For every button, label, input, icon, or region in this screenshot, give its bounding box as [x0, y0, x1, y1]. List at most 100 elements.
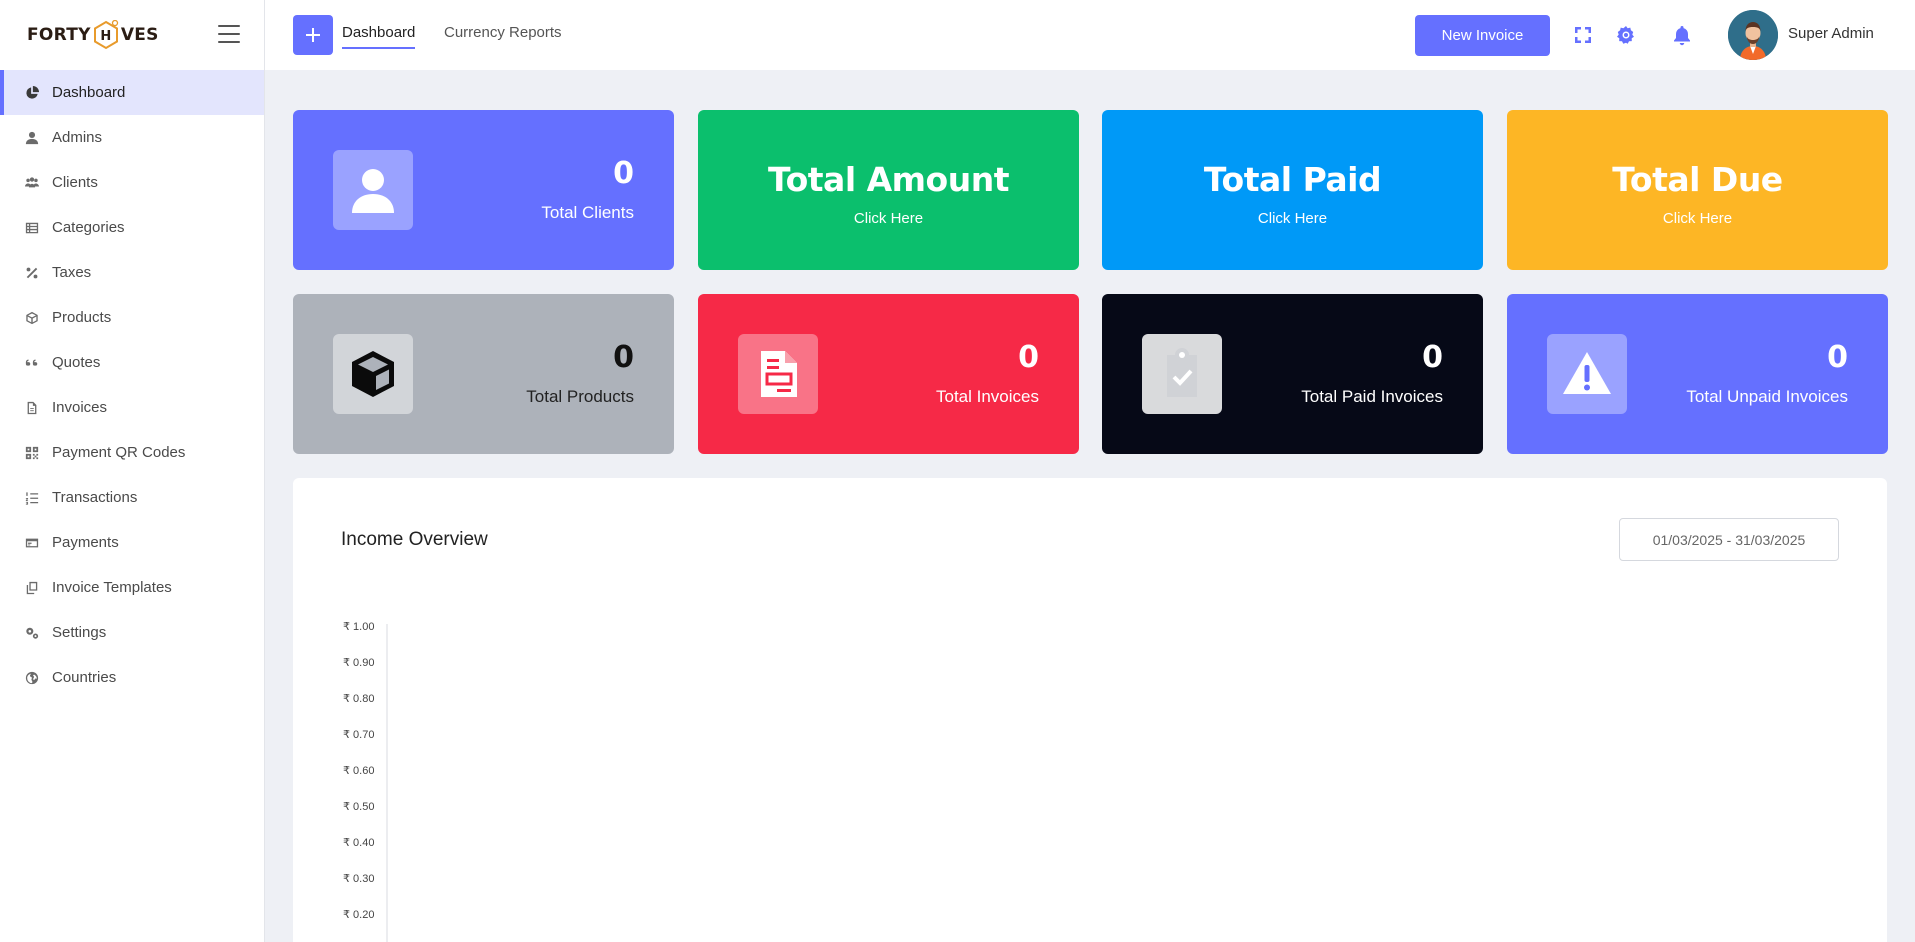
invoices-icon-box: [738, 334, 818, 414]
income-overview-panel: ₹ 1.00 ₹ 0.90 ₹ 0.80 ₹ 0.70 ₹ 0.60 ₹ 0.50 ₹ 0.…: [293, 478, 1887, 942]
sidebar-item-payments[interactable]: Payments: [0, 520, 264, 565]
products-icon-box: [333, 334, 413, 414]
logo-text-ves: VES: [120, 25, 159, 45]
sidebar-item-invoices[interactable]: Invoices: [0, 385, 264, 430]
theme-gear-icon[interactable]: [1615, 24, 1637, 46]
y-tick-label: ₹ 0.60: [343, 765, 374, 777]
new-invoice-button[interactable]: New Invoice: [1415, 15, 1550, 56]
total-invoices-card[interactable]: 0 Total Invoices: [698, 294, 1079, 454]
cube-icon: [24, 310, 40, 326]
tab-currency-reports[interactable]: Currency Reports: [444, 24, 562, 47]
sidebar-item-settings[interactable]: Settings: [0, 610, 264, 655]
sidebar-item-transactions[interactable]: Transactions: [0, 475, 264, 520]
total-paid-title: Total Paid: [1203, 160, 1382, 199]
sidebar-item-label: Admins: [52, 129, 103, 146]
topbar: Dashboard Currency Reports New Invoice S…: [265, 0, 1915, 70]
total-unpaid-invoices-card[interactable]: 0 Total Unpaid Invoices: [1507, 294, 1888, 454]
total-amount-link[interactable]: Click Here: [698, 210, 1079, 227]
total-products-value: 0: [613, 340, 634, 375]
sidebar-item-dashboard[interactable]: Dashboard: [0, 70, 264, 115]
warning-icon: [1563, 352, 1611, 394]
total-clients-value: 0: [613, 156, 634, 191]
total-amount-card[interactable]: Total Amount Click Here: [698, 110, 1079, 270]
plus-icon: [306, 28, 320, 42]
user-avatar-icon: [1728, 10, 1778, 60]
total-amount-title: Total Amount: [767, 160, 1010, 199]
user-name[interactable]: Super Admin: [1788, 25, 1874, 42]
fullscreen-icon[interactable]: [1572, 24, 1594, 46]
sidebar-item-label: Payment QR Codes: [52, 444, 186, 461]
copy-icon: [24, 580, 40, 596]
total-paid-card[interactable]: Total Paid Click Here: [1102, 110, 1483, 270]
total-unpaid-invoices-value: 0: [1827, 340, 1848, 375]
tab-dashboard[interactable]: Dashboard: [342, 24, 416, 49]
y-tick-label: ₹ 0.20: [343, 909, 374, 921]
credit-card-icon: [24, 535, 40, 551]
percent-icon: [24, 265, 40, 281]
total-paid-link[interactable]: Click Here: [1102, 210, 1483, 227]
sidebar-nav: Dashboard Admins Clients Categories Taxe…: [0, 70, 264, 700]
total-paid-invoices-card[interactable]: 0 Total Paid Invoices: [1102, 294, 1483, 454]
sidebar-item-quotes[interactable]: Quotes: [0, 340, 264, 385]
sidebar-item-label: Settings: [52, 624, 107, 641]
total-due-card[interactable]: Total Due Click Here: [1507, 110, 1888, 270]
y-tick-label: ₹ 0.90: [343, 657, 374, 669]
sidebar-item-label: Invoices: [52, 399, 108, 416]
sidebar-item-label: Countries: [52, 669, 117, 686]
total-unpaid-invoices-label: Total Unpaid Invoices: [1686, 387, 1848, 406]
cube-icon: [352, 351, 394, 397]
sidebar-item-categories[interactable]: Categories: [0, 205, 264, 250]
sidebar-item-label: Payments: [52, 534, 119, 551]
sidebar-item-taxes[interactable]: Taxes: [0, 250, 264, 295]
menu-toggle-icon[interactable]: [218, 25, 240, 43]
sidebar-item-payment-qr-codes[interactable]: Payment QR Codes: [0, 430, 264, 475]
y-tick-label: ₹ 0.80: [343, 693, 374, 705]
total-invoices-label: Total Invoices: [936, 387, 1039, 406]
sidebar-item-label: Products: [52, 309, 112, 326]
brand: FORTY H VES: [0, 0, 264, 70]
y-tick-label: ₹ 1.00: [343, 621, 374, 633]
sidebar-item-label: Dashboard: [52, 84, 126, 101]
paid-invoices-icon-box: [1142, 334, 1222, 414]
logo-text-forty: FORTY: [27, 25, 91, 45]
total-clients-label: Total Clients: [541, 203, 634, 222]
total-paid-invoices-label: Total Paid Invoices: [1301, 387, 1443, 406]
quote-icon: [24, 355, 40, 371]
logo-text-h: H: [100, 29, 111, 44]
logo[interactable]: FORTY H VES: [27, 19, 159, 50]
total-products-label: Total Products: [526, 387, 634, 406]
file-icon: [24, 400, 40, 416]
globe-icon: [24, 670, 40, 686]
sidebar-item-countries[interactable]: Countries: [0, 655, 264, 700]
chart-pie-icon: [24, 85, 40, 101]
y-tick-label: ₹ 0.50: [343, 801, 374, 813]
sidebar-item-label: Categories: [52, 219, 125, 236]
user-icon: [24, 130, 40, 146]
sidebar-item-label: Quotes: [52, 354, 101, 371]
qrcode-icon: [24, 445, 40, 461]
total-paid-invoices-value: 0: [1422, 340, 1443, 375]
gears-icon: [24, 625, 40, 641]
table-list-icon: [24, 220, 40, 236]
quick-add-button[interactable]: [293, 15, 333, 55]
total-due-title: Total Due: [1612, 160, 1783, 199]
list-ol-icon: [24, 490, 40, 506]
sidebar-item-clients[interactable]: Clients: [0, 160, 264, 205]
clients-icon-box: [333, 150, 413, 230]
y-tick-label: ₹ 0.30: [343, 873, 374, 885]
sidebar-item-products[interactable]: Products: [0, 295, 264, 340]
unpaid-invoices-icon-box: [1547, 334, 1627, 414]
total-products-card[interactable]: 0 Total Products: [293, 294, 674, 454]
clipboard-check-icon: [1167, 348, 1197, 397]
total-clients-card[interactable]: 0 Total Clients: [293, 110, 674, 270]
date-range-picker[interactable]: 01/03/2025 - 31/03/2025: [1619, 518, 1839, 561]
avatar[interactable]: [1728, 10, 1778, 60]
total-due-link[interactable]: Click Here: [1507, 210, 1888, 227]
y-tick-label: ₹ 0.70: [343, 729, 374, 741]
notification-bell-icon[interactable]: [1671, 24, 1693, 46]
hexagon-logo-icon: H: [93, 19, 119, 50]
sidebar-item-label: Taxes: [52, 264, 92, 281]
sidebar-item-invoice-templates[interactable]: Invoice Templates: [0, 565, 264, 610]
sidebar-item-admins[interactable]: Admins: [0, 115, 264, 160]
sidebar-item-label: Clients: [52, 174, 98, 191]
